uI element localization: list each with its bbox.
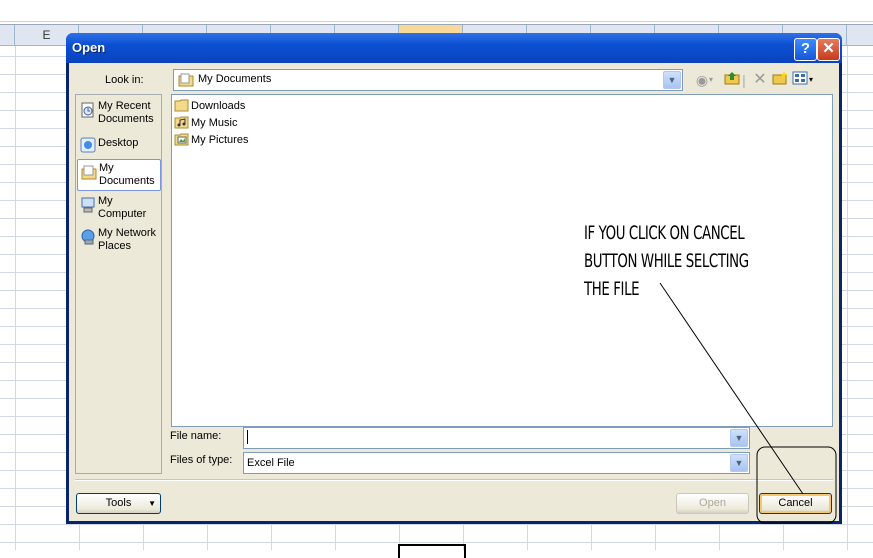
annotation-line: IF YOU CLICK ON CANCEL [584,222,745,244]
annotation-arrow-line [659,282,804,495]
annotation-line: THE FILE [584,278,640,300]
annotation-text: IF YOU CLICK ON CANCEL BUTTON WHILE SELC… [584,219,749,303]
annotation-line: BUTTON WHILE SELCTING [584,250,749,272]
